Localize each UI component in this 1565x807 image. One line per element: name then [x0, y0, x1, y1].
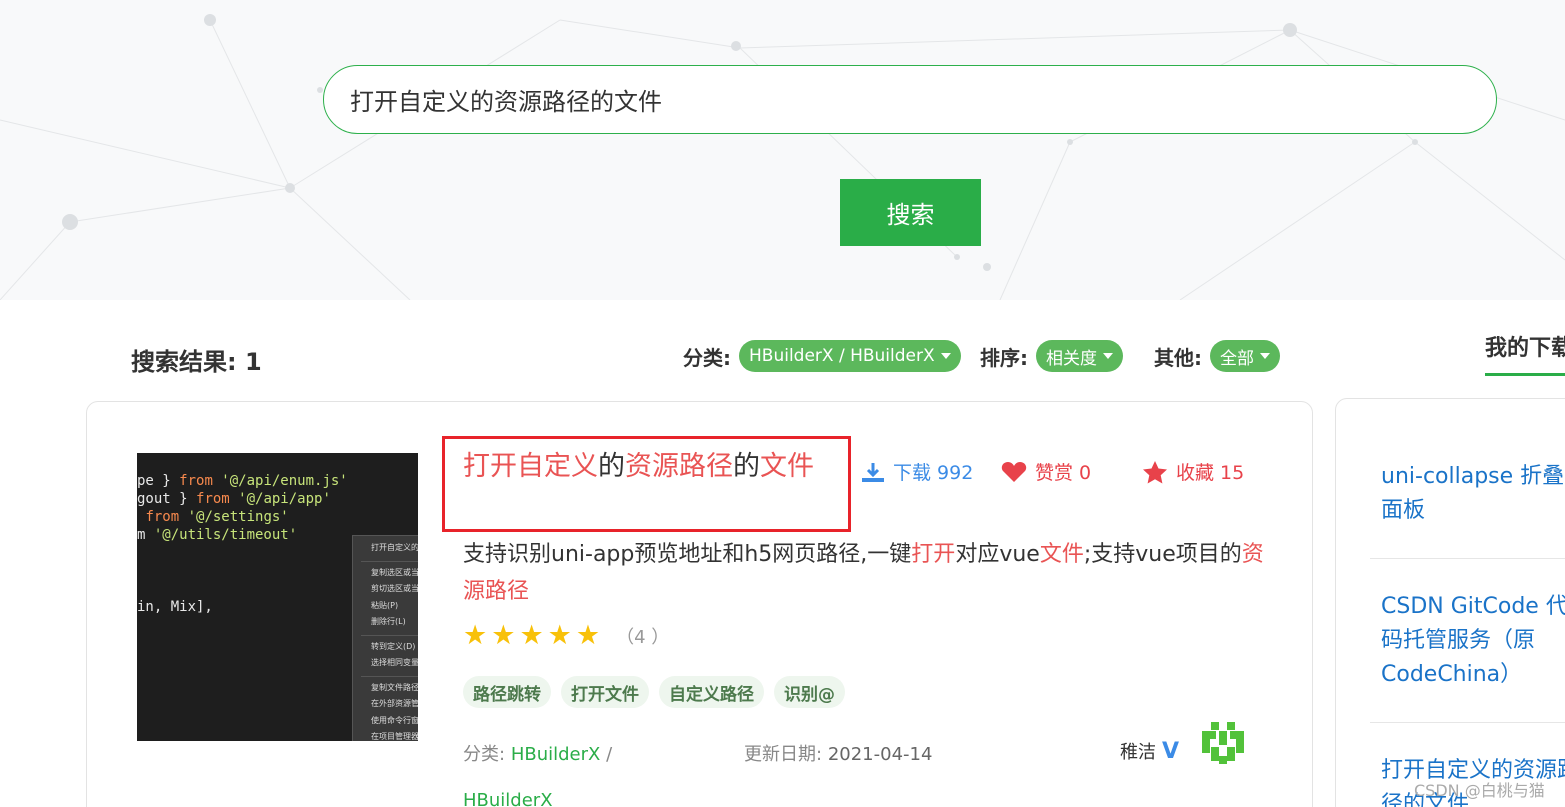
- caret-down-icon: [1103, 353, 1113, 359]
- tag-item[interactable]: 自定义路径: [659, 676, 764, 708]
- category-separator: /: [606, 744, 613, 765]
- heart-icon: [1001, 461, 1027, 482]
- favorite-count: 收藏 15: [1176, 462, 1245, 484]
- verified-badge: V: [1162, 738, 1180, 764]
- title-segment: 资源路径: [625, 451, 733, 482]
- menu-item: 选择相同变量(S)Ctrl+Shift+E: [371, 658, 418, 667]
- caret-down-icon: [940, 353, 951, 359]
- menu-separator: [361, 560, 418, 562]
- sidebar-title-underline: [1485, 373, 1565, 376]
- title-segment: 文件: [760, 451, 814, 482]
- rating-star-icon: ★: [547, 620, 572, 651]
- menu-item: 在项目管理器中定位(H): [371, 732, 418, 741]
- menu-item: 剪切选区或当前行(T)Ctrl+X: [371, 584, 418, 593]
- rating-star-icon: ★: [519, 620, 544, 651]
- result-thumbnail[interactable]: pe } from '@/api/enum.js' gout } from '@/…: [137, 453, 418, 741]
- menu-item: 复制文件路径(L)Ctrl+Shift+C: [371, 682, 418, 692]
- result-description: 支持识别uni-app预览地址和h5网页路径,一键打开对应vue文件;支持vue…: [463, 536, 1273, 610]
- reward-stat[interactable]: 赞赏 0: [1001, 458, 1091, 485]
- filter-other-value: 全部: [1220, 348, 1254, 369]
- rating-star-icon: ★: [491, 620, 516, 651]
- reward-count: 赞赏 0: [1035, 462, 1092, 484]
- category-meta-2: HBuilderX: [463, 790, 553, 807]
- menu-item: 使用命令行窗口打开所在目录(U): [371, 715, 418, 725]
- category-link-2[interactable]: HBuilderX: [463, 790, 553, 807]
- filter-other-label: 其他:: [1154, 345, 1202, 370]
- category-label: 分类:: [463, 744, 506, 765]
- menu-item: 删除行(L)Ctrl+Shift+K: [371, 617, 406, 626]
- updated-meta: 更新日期: 2021-04-14: [744, 740, 932, 766]
- rating-count: （4 ）: [616, 627, 670, 648]
- sidebar-title[interactable]: 我的下载: [1485, 330, 1565, 362]
- code-line: in, Mix],: [137, 599, 213, 615]
- updated-label: 更新日期:: [744, 744, 823, 765]
- search-input[interactable]: [350, 85, 1450, 114]
- code-line: pe } from '@/api/enum.js': [137, 473, 348, 489]
- sidebar-divider: [1370, 722, 1565, 723]
- code-line: from '@/settings': [145, 509, 289, 525]
- updated-date: 2021-04-14: [827, 744, 933, 765]
- description-segment: 打开: [911, 542, 956, 567]
- search-box: [323, 65, 1497, 134]
- network-background: [0, 14, 1565, 300]
- description-segment: 支持识别uni-app预览地址和h5网页路径,一键: [463, 542, 912, 567]
- download-icon: [862, 462, 884, 482]
- download-count: 下载 992: [893, 462, 974, 484]
- tag-item[interactable]: 识别@: [774, 676, 845, 708]
- menu-item: 粘贴(P)Ctrl+V: [371, 600, 399, 610]
- rating-star-icon: ★: [463, 620, 488, 651]
- description-segment: ;支持vue项目的: [1083, 542, 1242, 567]
- menu-item: 在外部资源管理器打开(I)Alt+Shift+R: [371, 699, 418, 708]
- caret-down-icon: [1260, 353, 1270, 359]
- description-segment: 文件: [1039, 542, 1084, 567]
- filter-category-dropdown[interactable]: HBuilderX / HBuilderX: [739, 340, 961, 372]
- sidebar-link[interactable]: uni-collapse 折叠面板: [1381, 460, 1565, 528]
- rating-stars: ★ ★ ★ ★ ★ （4 ）: [463, 622, 669, 650]
- tag-item[interactable]: 打开文件: [561, 676, 649, 708]
- result-count: 搜索结果: 1: [131, 348, 262, 376]
- star-list: ★ ★ ★ ★ ★: [463, 622, 600, 650]
- result-title[interactable]: 打开自定义的资源路径的文件: [463, 450, 833, 484]
- code-line: m '@/utils/timeout': [137, 527, 298, 543]
- author-name: 稚洁: [1120, 742, 1156, 763]
- download-stat[interactable]: 下载 992: [861, 458, 973, 485]
- rating-star-icon: ★: [575, 620, 601, 651]
- menu-separator: [361, 675, 418, 677]
- filter-sort-value: 相关度: [1046, 348, 1097, 369]
- sidebar-link[interactable]: CSDN GitCode 代码托管服务（原CodeChina）: [1381, 590, 1565, 692]
- filter-category-value: HBuilderX / HBuilderX: [749, 346, 935, 366]
- filter-category: 分类: HBuilderX / HBuilderX: [683, 340, 961, 372]
- favorite-stat[interactable]: 收藏 15: [1142, 458, 1244, 485]
- avatar[interactable]: [1200, 720, 1246, 766]
- filter-sort-label: 排序:: [980, 345, 1028, 370]
- code-line: gout } from '@/api/app': [137, 491, 331, 507]
- menu-separator: [361, 634, 418, 636]
- filter-other: 其他: 全部: [1154, 340, 1280, 372]
- search-button[interactable]: 搜索: [840, 179, 981, 246]
- tag-item[interactable]: 路径跳转: [463, 676, 551, 708]
- menu-item: 转到定义(D) [Alt+鼠标单击]F12: [371, 641, 418, 651]
- title-segment: 打开自定义: [463, 451, 598, 482]
- description-segment: 对应vue: [955, 542, 1040, 567]
- title-segment: 的: [733, 451, 760, 482]
- thumbnail-context-menu: 打开自定义的资源路径的文件Alt+D 复制选区或当前行(C)Ctrl+C 剪切选区或…: [352, 535, 418, 741]
- star-icon: [1143, 460, 1167, 483]
- category-meta: 分类: HBuilderX /: [463, 740, 612, 766]
- filter-category-label: 分类:: [683, 345, 731, 370]
- category-link[interactable]: HBuilderX: [511, 744, 601, 765]
- filter-sort: 排序: 相关度: [980, 340, 1123, 372]
- menu-item: 复制选区或当前行(C)Ctrl+C: [371, 567, 418, 577]
- filter-other-dropdown[interactable]: 全部: [1210, 340, 1280, 372]
- sidebar-divider: [1370, 558, 1565, 559]
- tag-list: 路径跳转 打开文件 自定义路径 识别@: [463, 676, 845, 708]
- menu-item: 打开自定义的资源路径的文件Alt+D: [371, 543, 418, 552]
- watermark: CSDN @白桃与猫: [1414, 781, 1545, 800]
- title-segment: 的: [598, 451, 625, 482]
- author-info[interactable]: 稚洁 V: [1120, 738, 1179, 764]
- search-hero: [0, 0, 1565, 300]
- filter-sort-dropdown[interactable]: 相关度: [1036, 340, 1123, 372]
